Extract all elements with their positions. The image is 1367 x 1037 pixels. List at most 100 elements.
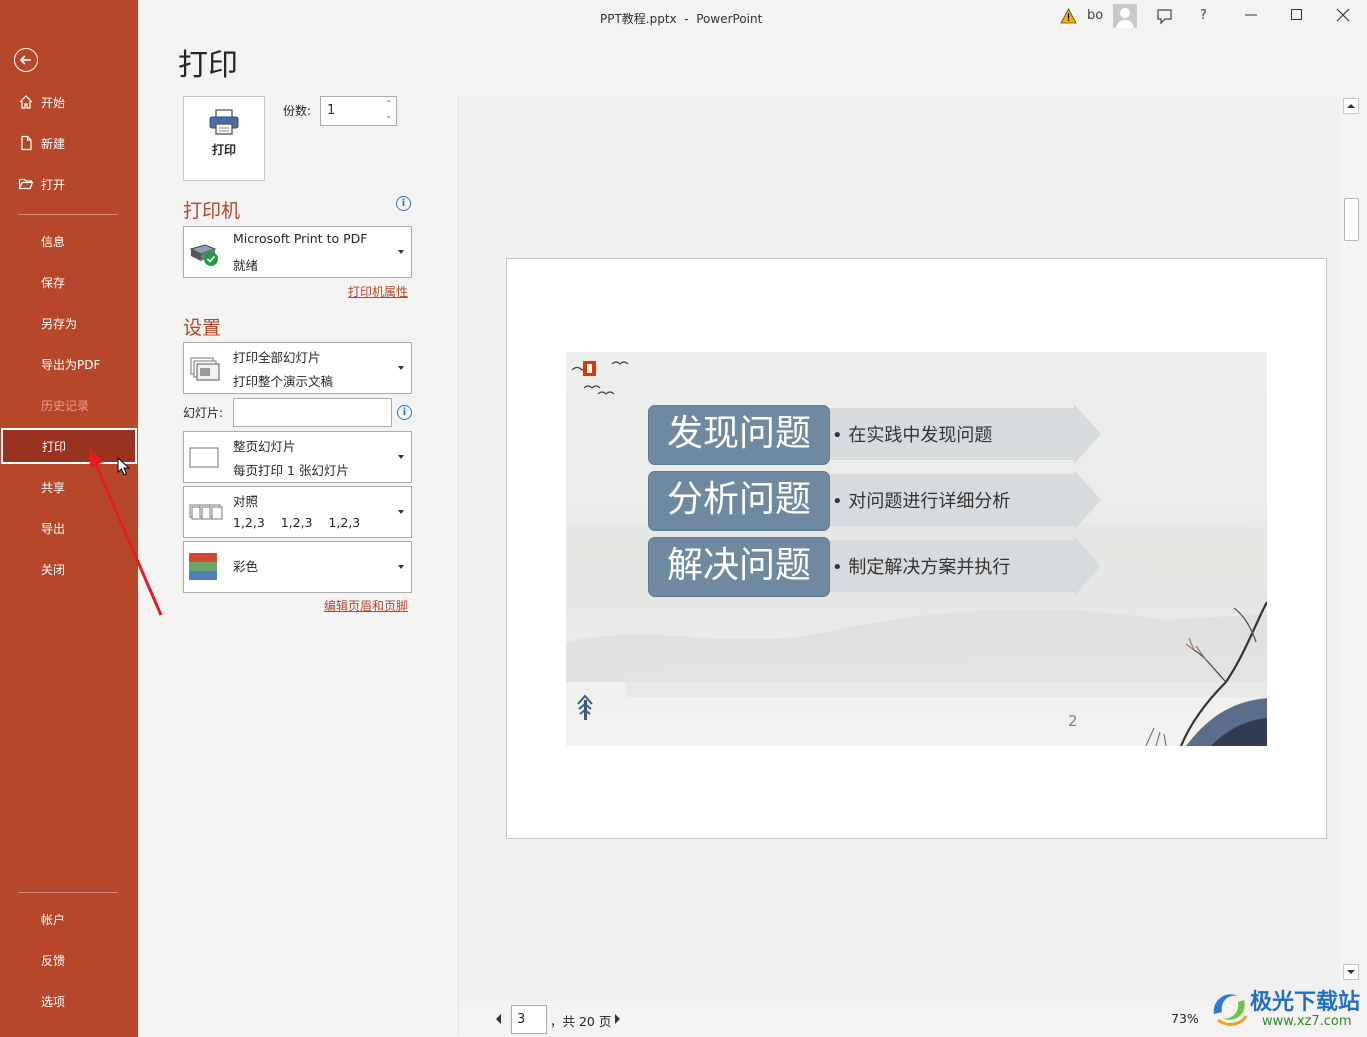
previous-page-icon[interactable] (496, 1014, 501, 1024)
slides-label: 幻灯片: (183, 406, 224, 420)
feedback-icon[interactable] (1156, 8, 1174, 25)
new-file-icon (21, 135, 32, 151)
print-range-title: 打印全部幻灯片 (233, 350, 321, 365)
sidebar-item-label: 导出 (41, 521, 66, 536)
print-range-dropdown[interactable]: 打印全部幻灯片 打印整个演示文稿 (183, 342, 412, 394)
user-name[interactable]: bo (1087, 8, 1103, 26)
info-icon[interactable]: i (397, 405, 412, 420)
slides-input[interactable] (233, 398, 392, 427)
sidebar-item-label: 信息 (41, 234, 66, 249)
maximize-icon[interactable] (1290, 8, 1304, 22)
collate-icon (189, 504, 223, 520)
edit-header-footer-link[interactable]: 编辑页眉和页脚 (324, 597, 408, 614)
all-slides-icon (190, 357, 220, 381)
help-button[interactable]: ? (1200, 8, 1207, 26)
collate-dropdown[interactable]: 对照 1,2,3 1,2,3 1,2,3 (183, 486, 412, 538)
chevron-down-icon (398, 510, 404, 514)
printer-properties-link[interactable]: 打印机属性 (348, 283, 408, 300)
window-title: PPT教程.pptx - PowerPoint (600, 12, 763, 26)
slide-bullet-1: • 在实践中发现问题 (832, 421, 992, 447)
print-button[interactable]: 打印 (183, 96, 265, 181)
warning-icon[interactable] (1060, 8, 1077, 24)
spin-up-icon[interactable]: ⌃ (385, 99, 392, 108)
sidebar-item-history[interactable]: 历史记录 (0, 387, 138, 423)
page-number-input[interactable]: 3 (511, 1005, 547, 1034)
sidebar-item-label: 打印 (42, 439, 67, 454)
spin-down-icon[interactable]: ⌄ (385, 111, 392, 120)
minimize-icon[interactable] (1244, 8, 1258, 22)
sidebar-divider (18, 892, 118, 893)
layout-title: 整页幻灯片 (233, 439, 296, 454)
slide-heading-3: 解决问题 (648, 537, 830, 597)
sidebar-item-export-pdf[interactable]: 导出为PDF (0, 346, 138, 382)
copies-input[interactable]: 1 ⌃ ⌄ (320, 96, 397, 126)
scroll-down-button[interactable] (1343, 964, 1359, 980)
slide-bullet-3: • 制定解决方案并执行 (832, 553, 1010, 579)
chevron-down-icon (398, 366, 404, 370)
bullet-mark: • (832, 491, 843, 512)
bullet-mark: • (832, 557, 843, 578)
slide-text-3: 制定解决方案并执行 (848, 557, 1011, 578)
zoom-level: 73% (1171, 1011, 1199, 1026)
open-folder-icon (18, 178, 34, 190)
sidebar-item-new[interactable]: 新建 (0, 125, 138, 161)
slide-page-number: 2 (1068, 712, 1078, 730)
total-pages: ，共 20 页 (550, 1014, 612, 1029)
printer-dropdown[interactable]: Microsoft Print to PDF 就绪 (183, 226, 412, 278)
chevron-down-icon (398, 455, 404, 459)
bullet-mark: • (832, 425, 843, 446)
chevron-down-icon (398, 565, 404, 569)
sidebar-item-label: 另存为 (41, 316, 78, 331)
sidebar-item-label: 帐户 (41, 912, 66, 927)
printer-icon (209, 109, 239, 135)
scroll-thumb[interactable] (1344, 198, 1359, 241)
avatar[interactable] (1113, 4, 1137, 28)
slide-bullet-2: • 对问题进行详细分析 (832, 487, 1010, 513)
chevron-down-icon (398, 250, 404, 254)
color-dropdown[interactable]: 彩色 (183, 541, 412, 593)
print-range-subtitle: 打印整个演示文稿 (233, 374, 334, 389)
sidebar-divider (18, 214, 118, 215)
sidebar-item-label: 反馈 (41, 953, 66, 968)
slide-heading-2: 分析问题 (648, 471, 830, 531)
layout-dropdown[interactable]: 整页幻灯片 每页打印 1 张幻灯片 (183, 431, 412, 483)
sidebar-item-label: 导出为PDF (41, 357, 101, 372)
collate-title: 对照 (233, 494, 259, 509)
sidebar-item-account[interactable]: 帐户 (0, 901, 138, 937)
sidebar-item-label: 共享 (41, 480, 66, 495)
sidebar-item-label: 新建 (41, 136, 66, 151)
back-arrow-icon[interactable] (14, 48, 38, 72)
printer-ready-icon (189, 244, 218, 266)
sidebar-item-options[interactable]: 选项 (0, 983, 138, 1019)
sidebar-item-save[interactable]: 保存 (0, 264, 138, 300)
color-title: 彩色 (233, 559, 259, 574)
sidebar-item-home[interactable]: 开始 (0, 84, 138, 120)
copies-label: 份数: (283, 104, 312, 118)
printer-name: Microsoft Print to PDF (233, 231, 368, 246)
printer-heading: 打印机 (183, 200, 241, 222)
sidebar-item-info[interactable]: 信息 (0, 223, 138, 259)
slide-preview: 发现问题 • 在实践中发现问题 分析问题 • 对问题进行详细分析 解决问题 • … (566, 352, 1267, 746)
close-icon[interactable] (1336, 8, 1350, 22)
slide-text-2: 对问题进行详细分析 (848, 491, 1011, 512)
print-button-label: 打印 (211, 143, 236, 157)
slide-text-1: 在实践中发现问题 (848, 425, 993, 446)
sidebar-item-label: 关闭 (41, 562, 66, 577)
sidebar-item-feedback[interactable]: 反馈 (0, 942, 138, 978)
sidebar-item-label: 选项 (41, 994, 66, 1009)
full-page-slide-icon (189, 447, 219, 468)
home-icon (19, 95, 33, 109)
next-page-icon[interactable] (615, 1014, 620, 1024)
sidebar-item-label: 打开 (41, 177, 66, 192)
info-icon[interactable]: i (396, 196, 411, 211)
layout-subtitle: 每页打印 1 张幻灯片 (233, 463, 349, 478)
watermark-logo: 极光下载站 www.xz7.com (1208, 984, 1367, 1037)
sidebar-item-open[interactable]: 打开 (0, 166, 138, 202)
watermark-url: www.xz7.com (1262, 1014, 1352, 1029)
sidebar-item-save-as[interactable]: 另存为 (0, 305, 138, 341)
settings-heading: 设置 (183, 317, 222, 339)
slide-heading-1: 发现问题 (648, 405, 830, 465)
scroll-up-button[interactable] (1343, 98, 1359, 114)
color-icon (189, 553, 217, 580)
page-title: 打印 (178, 48, 238, 83)
